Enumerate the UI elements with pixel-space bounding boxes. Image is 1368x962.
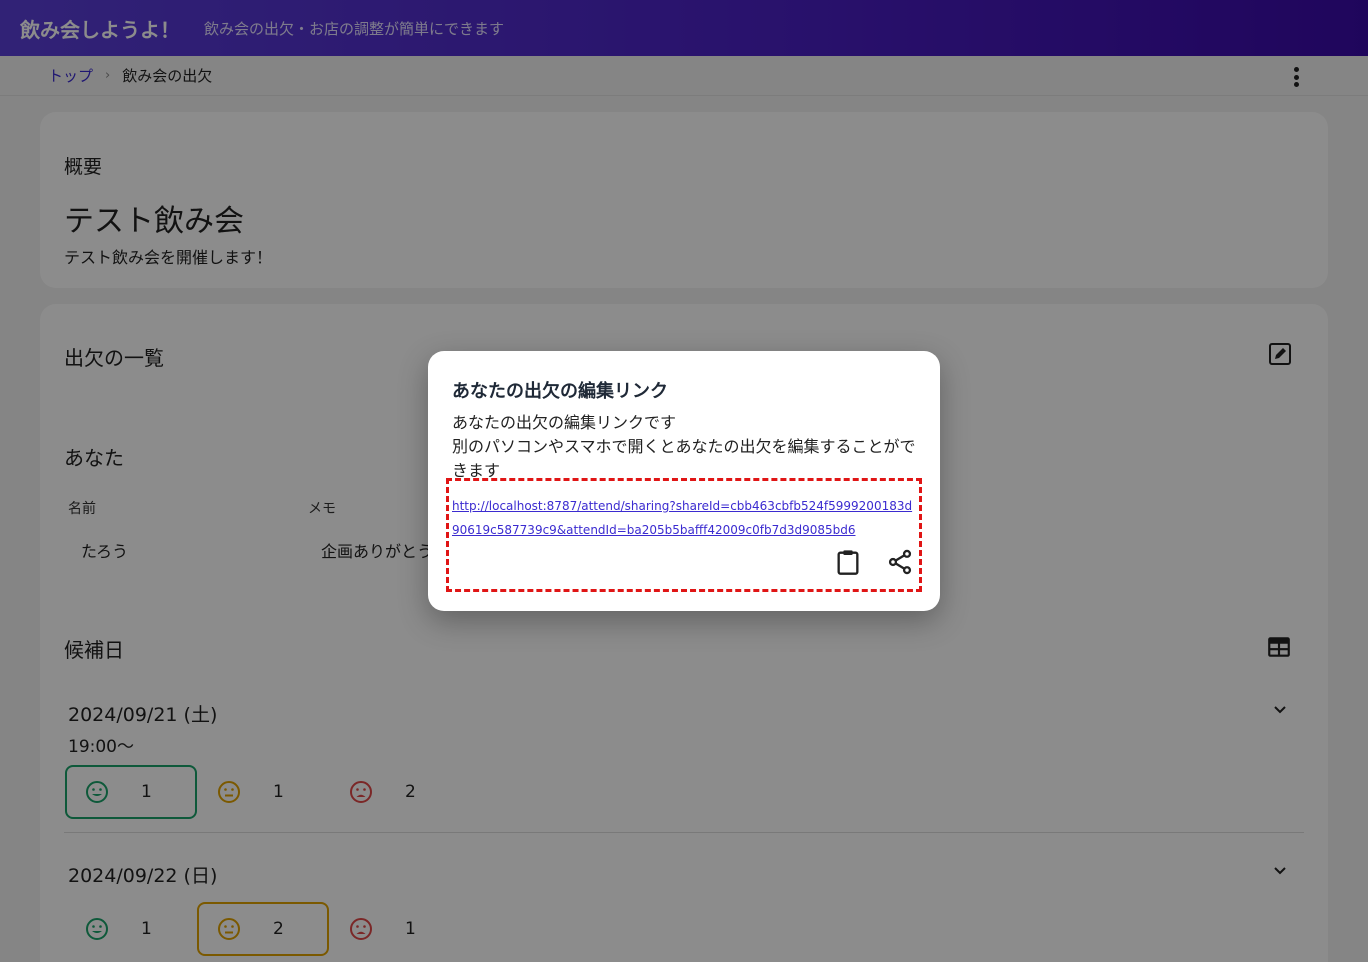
edit-link[interactable]: http://localhost:8787/attend/sharing?sha…: [452, 494, 918, 542]
clipboard-icon[interactable]: [834, 548, 862, 576]
edit-link-dialog: あなたの出欠の編集リンク あなたの出欠の編集リンクです 別のパソコンやスマホで開…: [428, 351, 940, 611]
dialog-body-line1: あなたの出欠の編集リンクです: [452, 413, 677, 432]
dialog-body-line2: 別のパソコンやスマホで開くとあなたの出欠を編集することができます: [452, 437, 916, 480]
dialog-body: あなたの出欠の編集リンクです 別のパソコンやスマホで開くとあなたの出欠を編集する…: [452, 411, 922, 483]
share-icon[interactable]: [886, 548, 914, 576]
dialog-title: あなたの出欠の編集リンク: [452, 381, 668, 402]
